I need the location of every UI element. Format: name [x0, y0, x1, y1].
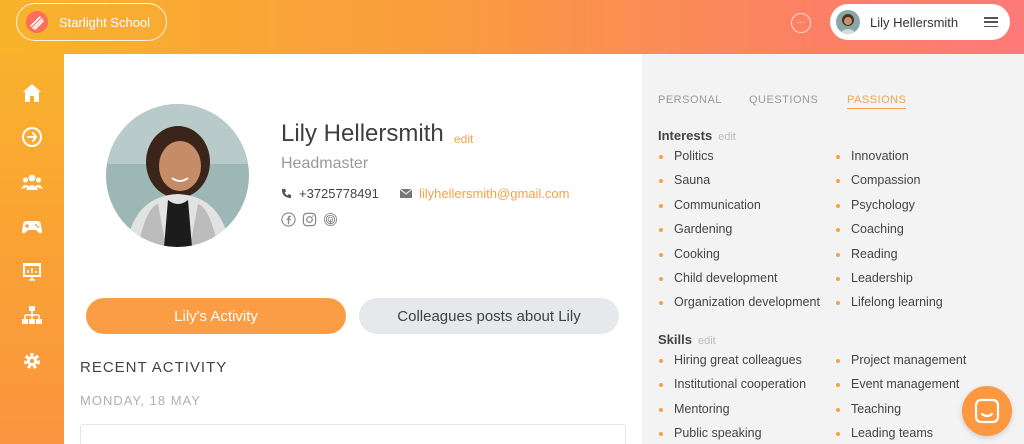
interest-tag: Sauna	[658, 173, 711, 187]
tab-personal[interactable]: PERSONAL	[658, 94, 722, 106]
edit-profile-link[interactable]: edit	[454, 132, 473, 146]
skill-tag: Teaching	[835, 402, 902, 416]
chat-launcher-button[interactable]	[962, 386, 1012, 436]
edit-interests-link[interactable]: edit	[718, 131, 736, 143]
tab-colleagues-posts[interactable]: Colleagues posts about Lily	[359, 298, 619, 334]
interest-tag: Lifelong learning	[836, 295, 943, 309]
school-name: Starlight School	[59, 14, 151, 30]
chat-icon	[974, 398, 1000, 424]
org-chart-icon[interactable]	[21, 305, 43, 327]
presentation-icon[interactable]	[21, 260, 43, 282]
interest-tag: Communication	[659, 198, 761, 212]
gamepad-icon[interactable]	[21, 216, 43, 238]
passions-panel: PERSONAL QUESTIONS PASSIONS Interests edi…	[642, 54, 1024, 444]
tab-questions[interactable]: QUESTIONS	[749, 94, 818, 106]
profile-name: Lily Hellersmith	[281, 120, 444, 147]
interest-tag: Psychology	[836, 198, 915, 212]
interest-tag: Compassion	[835, 173, 921, 187]
arrow-right-circle-icon[interactable]	[21, 126, 43, 148]
gear-icon[interactable]	[21, 350, 43, 372]
tab-own-activity[interactable]: Lily's Activity	[86, 298, 346, 334]
facebook-icon[interactable]	[281, 212, 296, 227]
phone-icon	[281, 188, 292, 199]
fingerprint-icon[interactable]	[323, 212, 338, 227]
school-logo-icon	[26, 11, 48, 33]
interest-tag: Leadership	[836, 271, 913, 285]
activity-date: MONDAY, 18 MAY	[80, 393, 201, 408]
interest-tag: Child development	[659, 271, 778, 285]
top-bar: Starlight School ··· Lily Hellersmith	[0, 0, 1024, 54]
phone-number: +3725778491	[299, 186, 379, 201]
skill-tag: Leading teams	[835, 426, 934, 440]
skill-tag: Project management	[835, 353, 967, 367]
profile-job-title: Headmaster	[281, 155, 369, 172]
instagram-icon[interactable]	[302, 212, 317, 227]
interests-heading: Interests edit	[658, 128, 736, 143]
skill-tag: Mentoring	[659, 402, 730, 416]
skill-tag: Hiring great colleagues	[659, 353, 802, 367]
interests-title: Interests	[658, 128, 713, 143]
interest-tag: Innovation	[836, 149, 909, 163]
sidebar	[0, 54, 64, 444]
edit-skills-link[interactable]: edit	[698, 335, 716, 347]
mail-icon	[400, 189, 412, 198]
interest-tag: Reading	[836, 247, 898, 261]
interest-tag: Coaching	[836, 222, 904, 236]
interest-tag: Cooking	[659, 247, 720, 261]
people-icon[interactable]	[21, 171, 43, 193]
interest-tag: Organization development	[659, 295, 820, 309]
user-avatar	[836, 10, 860, 34]
email-contact[interactable]: lilyhellersmith@gmail.com	[400, 186, 569, 201]
tab-passions[interactable]: PASSIONS	[847, 94, 907, 109]
hamburger-menu-icon[interactable]	[984, 17, 998, 27]
interest-tag: Gardening	[658, 222, 733, 236]
recent-activity-heading: RECENT ACTIVITY	[80, 359, 228, 376]
profile-photo	[106, 104, 249, 247]
skill-tag: Public speaking	[659, 426, 762, 440]
school-switcher[interactable]: Starlight School	[16, 3, 167, 41]
skills-heading: Skills edit	[658, 332, 716, 347]
skill-tag: Event management	[835, 377, 960, 391]
user-menu[interactable]: Lily Hellersmith	[830, 4, 1010, 40]
social-links	[281, 212, 338, 227]
email-address: lilyhellersmith@gmail.com	[419, 186, 570, 201]
more-options-button[interactable]: ···	[791, 13, 811, 33]
user-name: Lily Hellersmith	[870, 14, 959, 30]
activity-post-card[interactable]	[80, 424, 626, 444]
profile-card: Lily Hellersmith edit Headmaster +372577…	[64, 54, 642, 444]
phone-contact[interactable]: +3725778491	[281, 186, 379, 201]
skill-tag: Institutional cooperation	[658, 377, 807, 391]
skills-title: Skills	[658, 332, 692, 347]
home-icon[interactable]	[21, 82, 43, 104]
interest-tag: Politics	[659, 149, 714, 163]
